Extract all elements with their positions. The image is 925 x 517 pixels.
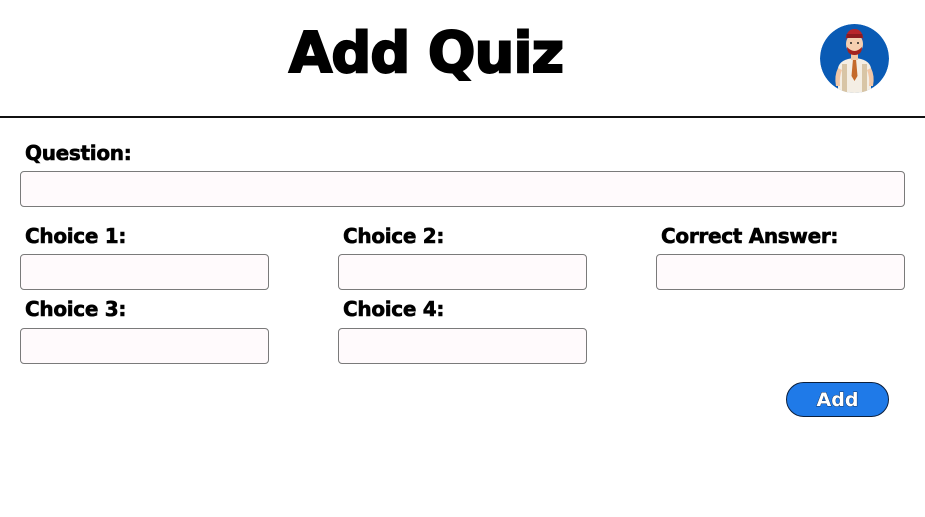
choice-1-input[interactable] xyxy=(20,254,269,290)
choice-2-label: Choice 2: xyxy=(343,224,445,249)
choice-3-label: Choice 3: xyxy=(25,297,127,322)
choice-4-input[interactable] xyxy=(338,328,587,364)
correct-answer-label: Correct Answer: xyxy=(661,224,839,249)
user-avatar-icon[interactable] xyxy=(820,24,889,93)
correct-answer-input[interactable] xyxy=(656,254,905,290)
choice-2-input[interactable] xyxy=(338,254,587,290)
add-button[interactable]: Add xyxy=(786,382,889,417)
add-quiz-page: Add Quiz Question: Choice 1: Choice 2: C… xyxy=(0,0,925,517)
header: Add Quiz xyxy=(0,0,925,118)
page-title: Add Quiz xyxy=(288,21,565,87)
choice-4-label: Choice 4: xyxy=(343,297,445,322)
choice-1-label: Choice 1: xyxy=(25,224,127,249)
question-input[interactable] xyxy=(20,171,905,207)
choice-3-input[interactable] xyxy=(20,328,269,364)
question-label: Question: xyxy=(25,141,132,166)
